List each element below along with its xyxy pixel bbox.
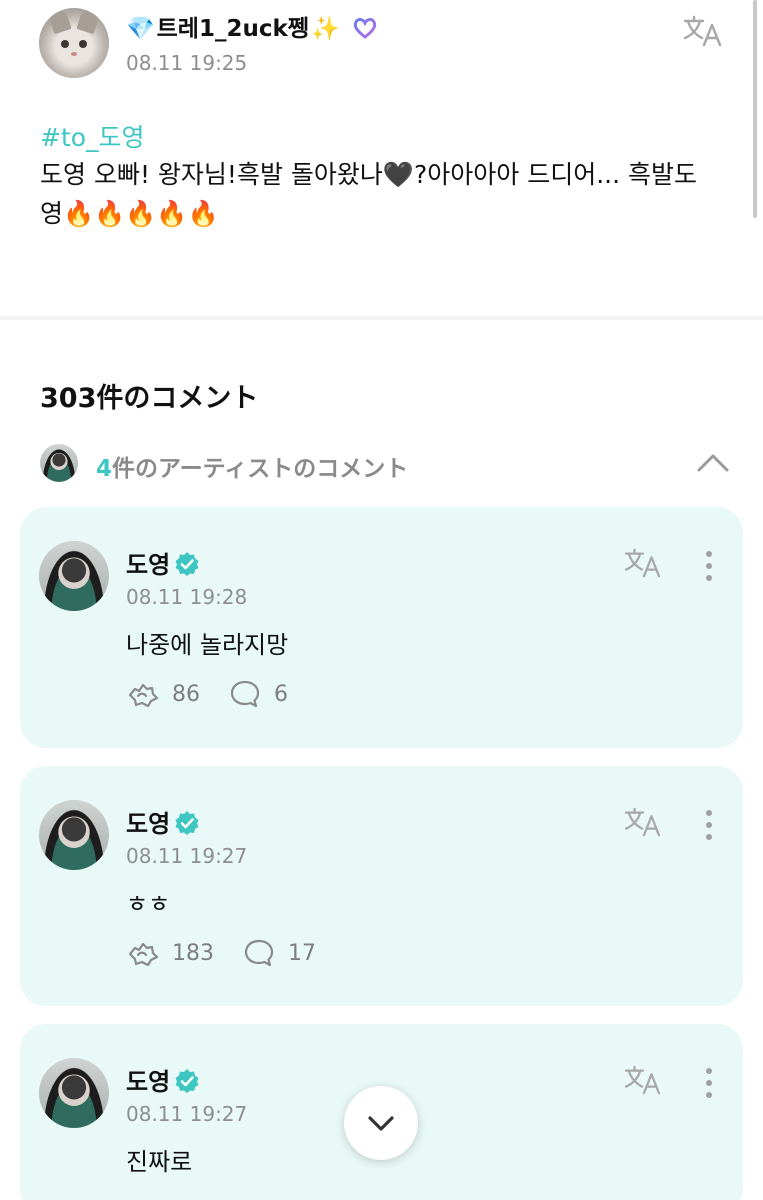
avatar-eye	[79, 40, 87, 48]
chevron-down-icon	[368, 1116, 394, 1131]
artist-avatar	[40, 444, 78, 482]
avatar-ear	[76, 9, 100, 35]
avatar-ear	[48, 9, 72, 35]
translate-icon[interactable]	[623, 806, 663, 838]
commenter-name-text: 도영	[126, 810, 171, 838]
like-count: 183	[172, 940, 214, 966]
comment-actions: 183 17	[126, 938, 344, 968]
comment-text: 나중에 놀라지망	[126, 631, 289, 659]
translate-icon[interactable]	[623, 547, 663, 579]
comment-date: 08.11 19:27	[126, 1102, 248, 1126]
avatar-nose	[71, 52, 77, 56]
commenter-avatar[interactable]	[39, 800, 109, 870]
more-vertical-icon[interactable]	[699, 549, 719, 583]
commenter-name[interactable]: 도영	[126, 545, 200, 580]
author-name[interactable]: 💎트레1_2uck쩽✨	[126, 9, 378, 43]
verified-badge-icon	[175, 811, 199, 835]
commenter-avatar[interactable]	[39, 541, 109, 611]
comment-text: 진짜로	[126, 1148, 193, 1176]
artist-comments-label: 4件のアーティストのコメント	[96, 449, 408, 483]
avatar-eye	[61, 40, 69, 48]
comment-count-heading: 303件のコメント	[40, 383, 259, 414]
more-vertical-icon[interactable]	[699, 1066, 719, 1100]
like-count: 86	[172, 681, 200, 707]
comment-date: 08.11 19:27	[126, 844, 248, 868]
post-hashtag[interactable]: #to_도영	[40, 118, 145, 154]
verified-badge-icon	[175, 552, 199, 576]
artist-comment-count: 4	[96, 456, 113, 482]
like-icon[interactable]	[126, 679, 160, 709]
post-date: 08.11 19:25	[126, 51, 248, 75]
more-vertical-icon[interactable]	[699, 808, 719, 842]
verified-badge-icon	[175, 1069, 199, 1093]
reply-count: 6	[274, 681, 288, 707]
comment-date: 08.11 19:28	[126, 585, 248, 609]
artist-comments-text: 件のアーティストのコメント	[112, 456, 409, 482]
scroll-down-button[interactable]	[344, 1086, 418, 1160]
artist-comment-card: 도영 08.11 19:28 나중에 놀라지망 86 6	[20, 507, 743, 748]
reply-icon[interactable]	[228, 679, 262, 709]
commenter-avatar[interactable]	[39, 1058, 109, 1128]
author-avatar[interactable]	[39, 8, 109, 78]
commenter-name[interactable]: 도영	[126, 1062, 200, 1097]
artist-comment-card: 도영 08.11 19:27 ㅎㅎ 183 17	[20, 766, 743, 1006]
commenter-name-text: 도영	[126, 551, 171, 579]
artist-comments-toggle[interactable]: 4件のアーティストのコメント	[40, 444, 730, 484]
comment-actions: 86 6	[126, 679, 316, 709]
like-icon[interactable]	[126, 938, 160, 968]
translate-icon[interactable]	[682, 14, 724, 48]
comment-text: ㅎㅎ	[126, 890, 171, 918]
reply-count: 17	[288, 940, 316, 966]
chevron-up-icon[interactable]	[696, 448, 730, 478]
sparkle-emoji: ✨	[310, 16, 340, 42]
commenter-name[interactable]: 도영	[126, 804, 200, 839]
post-body: 도영 오빠! 왕자님!흑발 돌아왔나🖤?아아아아 드디어... 흑발도영🔥🔥🔥🔥…	[40, 160, 698, 228]
author-name-text: 트레1_2uck쩽	[156, 16, 309, 42]
membership-heart-icon	[353, 18, 376, 39]
section-divider	[0, 316, 763, 320]
scrollbar[interactable]	[753, 0, 757, 218]
translate-icon[interactable]	[623, 1064, 663, 1096]
post-detail-page: 💎트레1_2uck쩽✨ 08.11 19:25 #to_도영 도영 오빠! 왕자…	[0, 0, 763, 1200]
gem-emoji: 💎	[126, 16, 155, 42]
commenter-name-text: 도영	[126, 1068, 171, 1096]
reply-icon[interactable]	[242, 938, 276, 968]
